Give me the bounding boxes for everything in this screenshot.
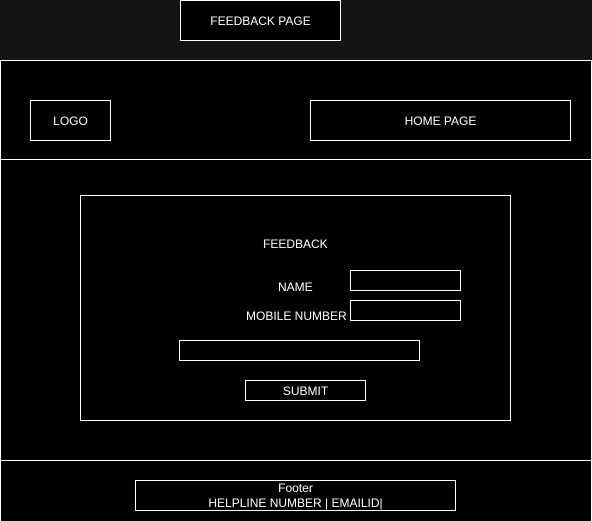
name-input[interactable]: [350, 270, 461, 291]
page-title: FEEDBACK PAGE: [180, 0, 341, 41]
footer-divider: [0, 460, 591, 461]
logo: LOGO: [30, 100, 111, 141]
form-title: FEEDBACK: [263, 237, 328, 251]
mobile-number-label: MOBILE NUMBER: [246, 309, 347, 323]
logo-text: LOGO: [53, 113, 88, 128]
page-title-text: FEEDBACK PAGE: [210, 13, 311, 28]
home-page-link[interactable]: HOME PAGE: [310, 100, 571, 141]
feedback-input[interactable]: [179, 340, 420, 361]
footer-info: HELPLINE NUMBER | EMAILID|: [208, 495, 383, 510]
name-label: NAME: [278, 280, 313, 294]
submit-button[interactable]: SUBMIT: [245, 380, 366, 401]
footer: Footer HELPLINE NUMBER | EMAILID|: [135, 480, 456, 511]
header-divider: [0, 159, 591, 160]
footer-title: Footer: [278, 480, 313, 495]
mobile-number-input[interactable]: [350, 300, 461, 321]
home-page-link-text: HOME PAGE: [404, 113, 477, 128]
